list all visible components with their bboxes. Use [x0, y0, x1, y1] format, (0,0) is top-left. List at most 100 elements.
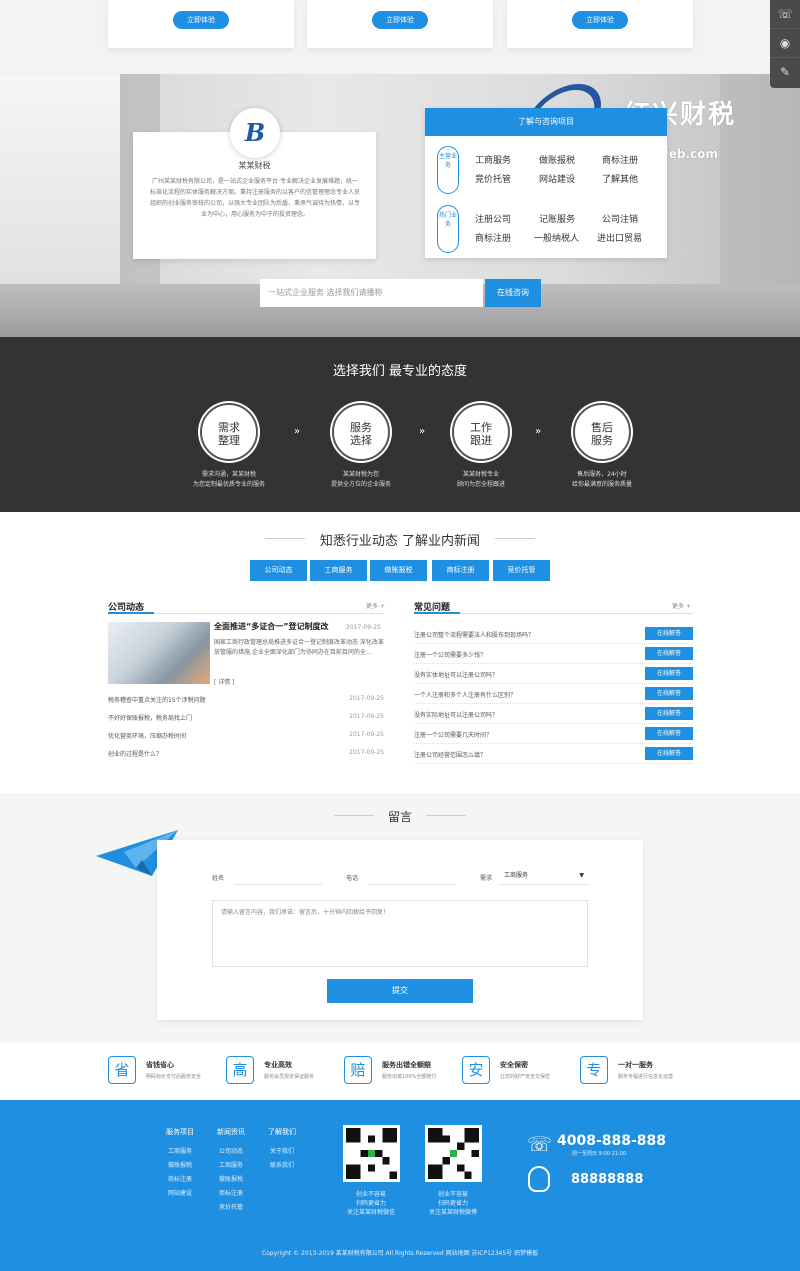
step-desc-3: 某某财税专业 顾问为您全程跟进 — [456, 471, 505, 488]
submit-button[interactable]: 提交 — [327, 979, 473, 1003]
footer-col-services: 服务项目 — [166, 1128, 194, 1136]
try-button-1[interactable]: 立即体验 — [173, 11, 229, 29]
footer-link[interactable]: 联系我们 — [270, 1160, 294, 1169]
service-link[interactable]: 了解其他 — [602, 172, 638, 185]
copyright: Copyright © 2013-2019 某某财税有限公司 All Right… — [261, 1250, 539, 1257]
step-arrow: » — [535, 426, 542, 437]
service-link[interactable]: 注册公司 — [475, 212, 511, 225]
efficient-icon: 高 — [226, 1056, 254, 1084]
message-textarea[interactable]: 请输入留言内容，我们承诺：留言后，十分钟内回拨给予回复！ — [212, 900, 588, 967]
consult-search-input[interactable]: 一站式企业服务 选择我们请播称 — [260, 279, 483, 307]
footer-link[interactable]: 关于我们 — [270, 1146, 294, 1155]
service-link[interactable]: 网站建设 — [539, 172, 575, 185]
footer-link[interactable]: 做账报税 — [168, 1160, 192, 1169]
qq-icon — [528, 1166, 550, 1192]
faq-answer-button[interactable]: 在线解答 — [645, 627, 693, 640]
step-circle-3: 工作 跟进 — [452, 403, 510, 461]
consult-button[interactable]: 在线咨询 — [485, 279, 541, 307]
company-news-more[interactable]: 更多 + — [366, 601, 385, 610]
faq-item: 一个人注册和多个人注册有什么区别？ 在线解答 — [414, 685, 693, 704]
service-link[interactable]: 进出口贸易 — [597, 231, 642, 244]
footer-link[interactable]: 工商服务 — [219, 1160, 243, 1169]
weibo-qr-caption: 创业不容易 扫码更省力 关注某某财税微博 — [428, 1191, 477, 1216]
faq-answer-button[interactable]: 在线解答 — [645, 707, 693, 720]
faq-item: 注册公司经营范围怎么填？ 在线解答 — [414, 745, 693, 764]
services-header: 了解与咨询项目 — [425, 108, 667, 136]
footer-link[interactable]: 做账报税 — [219, 1174, 243, 1183]
faq-item: 注册一个公司需要几天时间？ 在线解答 — [414, 725, 693, 744]
news-item[interactable]: 税务稽查中重点关注的15个涉税问题 2017-09-25 — [108, 695, 384, 713]
footer-link[interactable]: 商标注册 — [168, 1174, 192, 1183]
faq-item: 注册公司整个流程需要法人和股东到现场吗？ 在线解答 — [414, 625, 693, 644]
chevron-down-icon: ▼ — [579, 872, 584, 879]
qq-icon[interactable]: ◉ — [770, 29, 800, 58]
featured-news-title[interactable]: 全面推进“多证合一”登记制度改 — [214, 621, 329, 632]
phone-icon: ☏ — [527, 1132, 553, 1156]
footer — [0, 1100, 800, 1271]
service-link[interactable]: 工商服务 — [475, 153, 511, 166]
service-link[interactable]: 记账服务 — [539, 212, 575, 225]
faq-answer-button[interactable]: 在线解答 — [645, 687, 693, 700]
featured-news-details-link[interactable]: [ 详情 ] — [214, 677, 235, 686]
tab-trademark[interactable]: 商标注册 — [432, 560, 489, 581]
name-input[interactable] — [234, 867, 322, 885]
need-label: 需求 — [480, 875, 493, 882]
faq-answer-button[interactable]: 在线解答 — [645, 747, 693, 760]
need-select[interactable]: 工商服务 ▼ — [500, 867, 588, 885]
qq-number[interactable]: 88888888 — [571, 1172, 643, 1187]
feature-one-on-one: 专一对一服务 服务专程进行信息化运营 — [580, 1056, 700, 1088]
step-arrow: » — [419, 426, 426, 437]
step-desc-4: 售后服务，24小时 给你最满意的服务质量 — [571, 471, 632, 488]
tab-accounting[interactable]: 做账报税 — [370, 560, 427, 581]
choose-title: 选择我们 最专业的态度 — [332, 364, 468, 379]
step-desc-1: 需求沟通，某某财税 为您定制最优质专业的服务 — [192, 471, 265, 488]
service-link[interactable]: 商标注册 — [475, 231, 511, 244]
hotline-number[interactable]: 4008-888-888 — [557, 1133, 666, 1149]
feature-compensate: 赔服务出错全额赔 服务出错100%全额赔付 — [344, 1056, 464, 1088]
main-business-label: 主营业务 — [437, 146, 459, 194]
hot-business-label: 热门业务 — [437, 205, 459, 253]
faq-answer-button[interactable]: 在线解答 — [645, 667, 693, 680]
faq-answer-button[interactable]: 在线解答 — [645, 647, 693, 660]
footer-link[interactable]: 商标注册 — [219, 1188, 243, 1197]
service-link[interactable]: 商标注册 — [602, 153, 638, 166]
step-desc-2: 某某财税为您 提供全方位的企业服务 — [330, 471, 391, 488]
tab-bidding[interactable]: 竞价托管 — [493, 560, 550, 581]
footer-link[interactable]: 公司动态 — [219, 1146, 243, 1155]
faq-answer-button[interactable]: 在线解答 — [645, 727, 693, 740]
try-button-3[interactable]: 立即体验 — [572, 11, 628, 29]
weibo-qr-code — [425, 1125, 482, 1182]
faq-item: 没有实体地址可以注册公司吗？ 在线解答 — [414, 665, 693, 684]
float-contact-bar: ☏ ◉ ✎ — [770, 0, 800, 88]
save-icon: 省 — [108, 1056, 136, 1084]
service-card-3: 立即体验 — [507, 0, 693, 48]
service-link[interactable]: 一般纳税人 — [534, 231, 579, 244]
service-link[interactable]: 竞价托管 — [475, 172, 511, 185]
tab-company-news[interactable]: 公司动态 — [250, 560, 307, 581]
news-section-title: 知悉行业动态 了解业内新闻 — [319, 534, 481, 549]
featured-news-summary: 国家工商行政管理总局推进多证合一登记制度改革动态 深化改革放管服的措施,企业全面… — [214, 639, 384, 656]
try-button-2[interactable]: 立即体验 — [372, 11, 428, 29]
service-card-2: 立即体验 — [307, 0, 493, 48]
tab-business-service[interactable]: 工商服务 — [310, 560, 367, 581]
news-item[interactable]: 优化营商环境，压缩办税时间 2017-09-25 — [108, 731, 384, 749]
feature-secure: 安安全保密 让您的财产安全又保密 — [462, 1056, 582, 1088]
secure-icon: 安 — [462, 1056, 490, 1084]
step-circle-2: 服务 选择 — [332, 403, 390, 461]
news-item[interactable]: 不好好保账报税，税务局找上门 2017-09-25 — [108, 713, 384, 731]
service-link[interactable]: 公司注销 — [602, 212, 638, 225]
footer-link[interactable]: 网站建设 — [168, 1188, 192, 1197]
featured-news-image[interactable] — [108, 622, 210, 684]
step-circle-4: 售后 服务 — [573, 403, 631, 461]
footer-link[interactable]: 竞价托管 — [219, 1202, 243, 1211]
faq-more[interactable]: 更多 + — [672, 601, 691, 610]
news-item[interactable]: 创业的过程是什么？ 2017-09-25 — [108, 749, 384, 767]
footer-link[interactable]: 工商服务 — [168, 1146, 192, 1155]
edit-icon[interactable]: ✎ — [770, 58, 800, 87]
feature-save: 省省钱省心 明码标价支付后服务安全 — [108, 1056, 228, 1088]
faq-item: 注册一个公司需要多少钱？ 在线解答 — [414, 645, 693, 664]
service-link[interactable]: 做账报税 — [539, 153, 575, 166]
phone-input[interactable] — [368, 867, 456, 885]
phone-icon[interactable]: ☏ — [770, 0, 800, 29]
wechat-qr-caption: 创业不容易 扫码更省力 关注某某财税微信 — [346, 1191, 395, 1216]
